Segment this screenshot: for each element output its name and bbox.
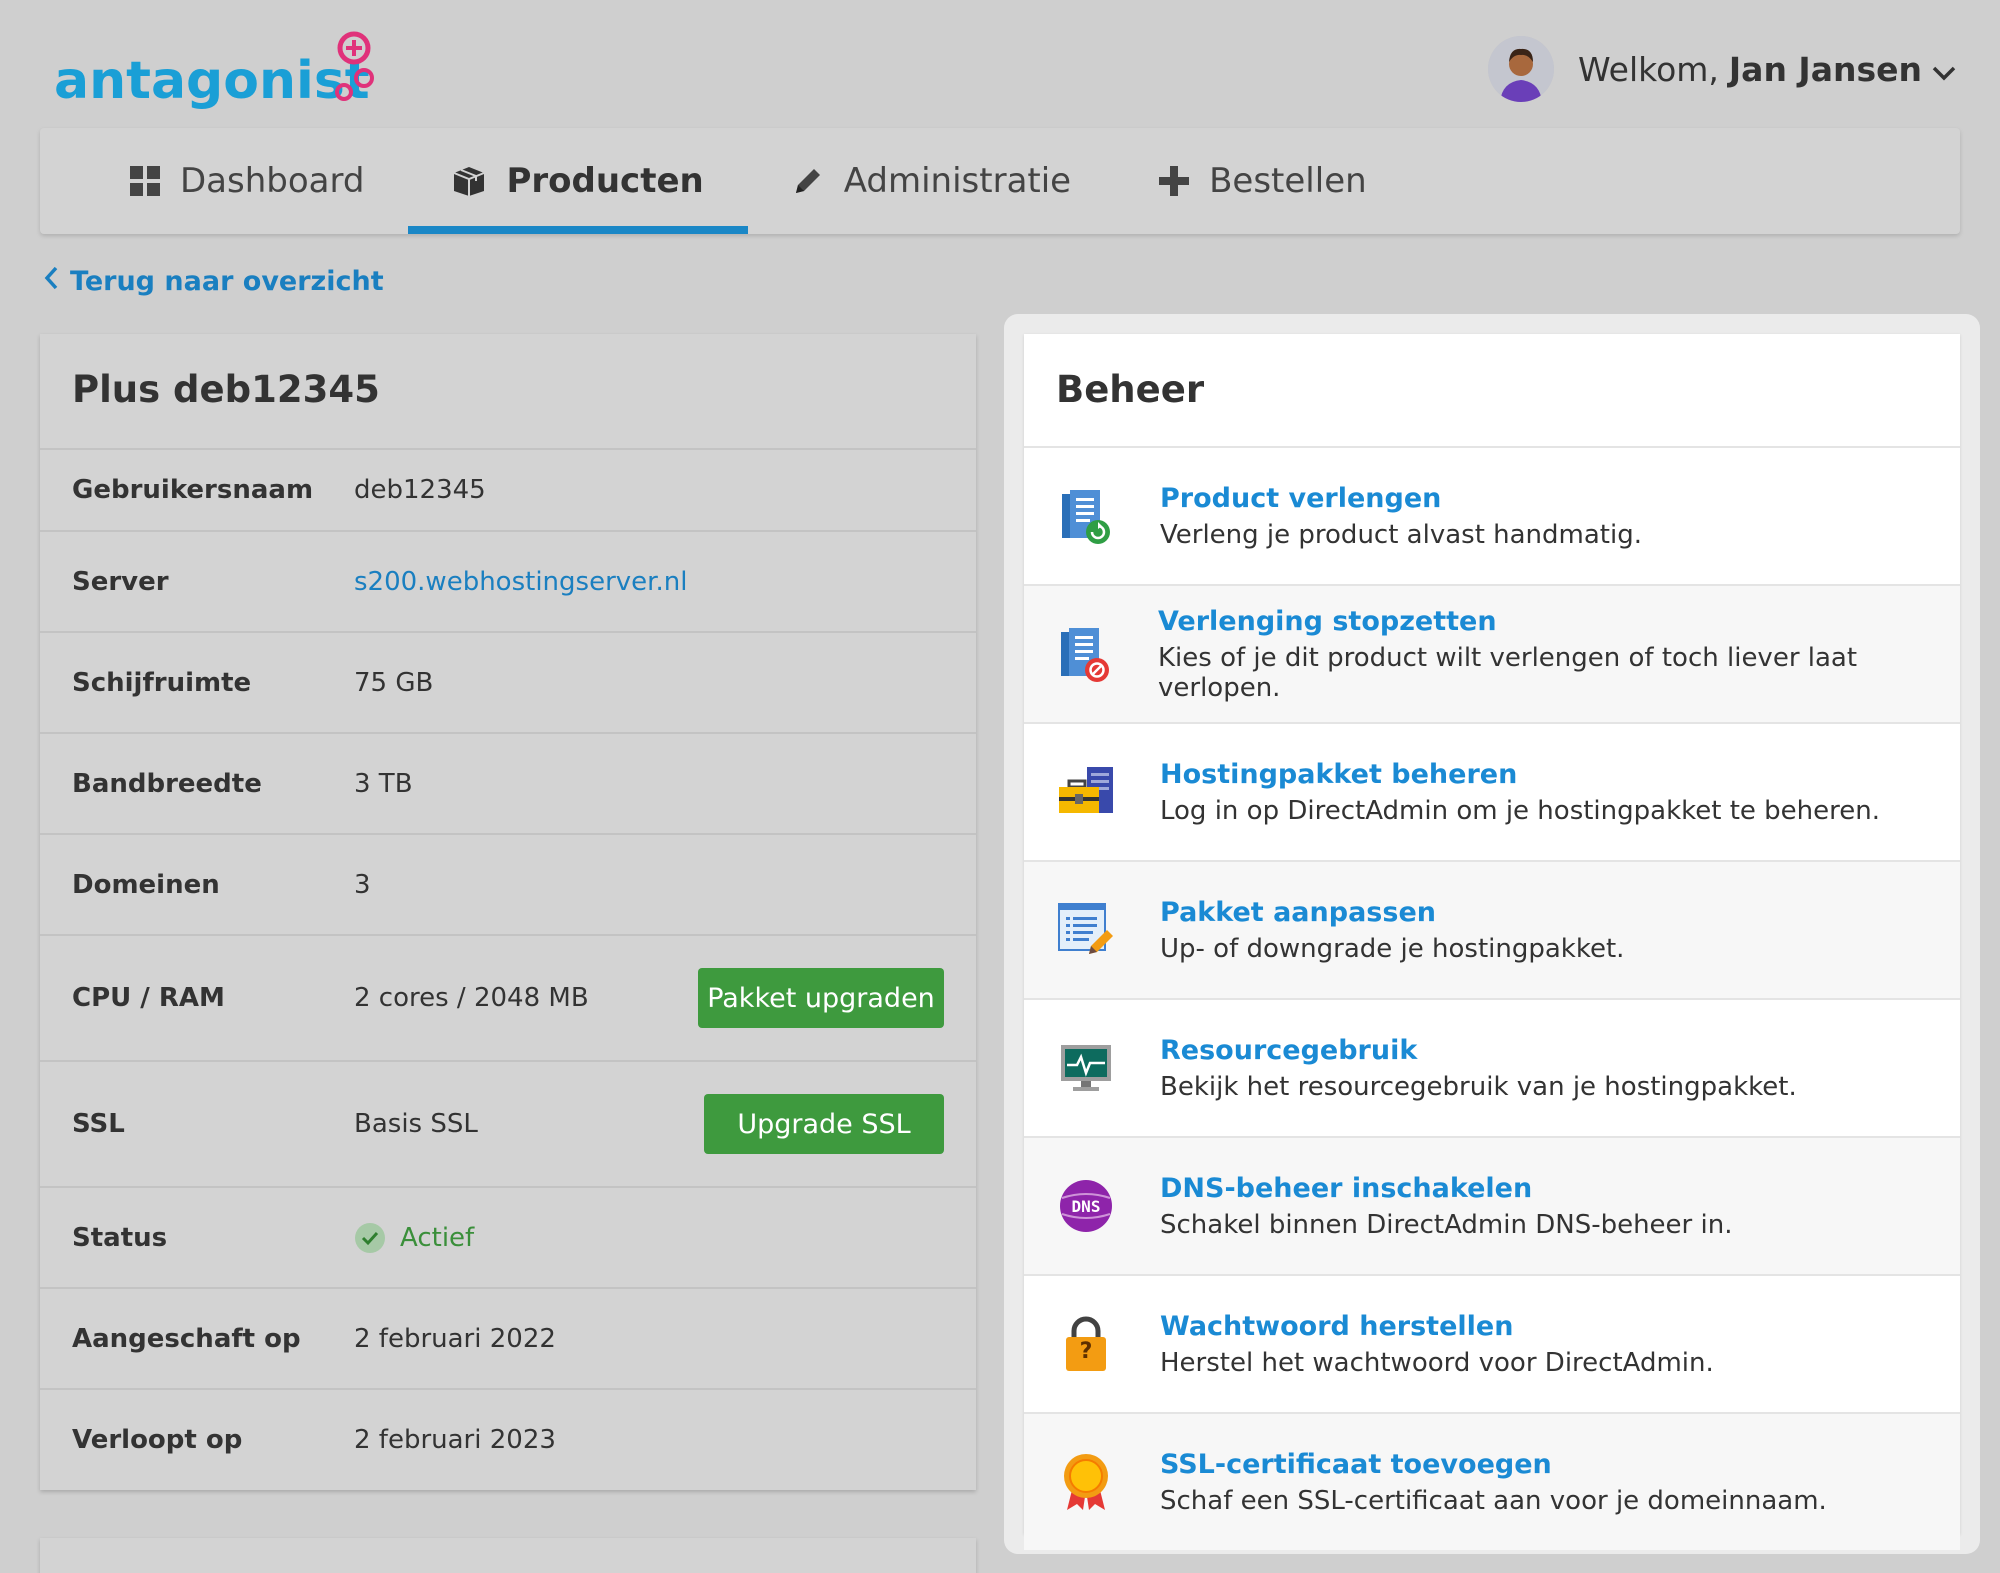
row-label: Server: [72, 566, 169, 597]
row-gebruikersnaam: Gebruikersnaam deb12345: [40, 448, 976, 530]
row-label: Status: [72, 1222, 168, 1253]
action-title[interactable]: Resourcegebruik: [1160, 1035, 1797, 1066]
welcome-text: Welkom,: [1577, 49, 1719, 89]
tab-dashboard-label: Dashboard: [180, 161, 365, 201]
status-value: Actief: [354, 1222, 944, 1254]
action-title[interactable]: SSL-certificaat toevoegen: [1160, 1449, 1827, 1480]
tab-producten-label: Producten: [506, 161, 704, 201]
padlock-question-icon: ?: [1056, 1314, 1116, 1374]
dns-icon: DNS: [1056, 1176, 1116, 1236]
action-desc: Herstel het wachtwoord voor DirectAdmin.: [1160, 1347, 1714, 1378]
status-label: Actief: [400, 1222, 475, 1253]
svg-text:antagonist: antagonist: [54, 51, 370, 110]
row-aangeschaft: Aangeschaft op 2 februari 2022: [40, 1287, 976, 1388]
row-label: CPU / RAM: [72, 983, 225, 1013]
row-value: 3 TB: [354, 768, 413, 799]
action-verlenging-stopzetten[interactable]: Verlenging stopzetten Kies of je dit pro…: [1024, 584, 1960, 722]
action-ssl-certificaat[interactable]: SSL-certificaat toevoegen Schaf een SSL-…: [1024, 1412, 1960, 1550]
action-title[interactable]: Verlenging stopzetten: [1158, 606, 1960, 637]
tab-administratie-label: Administratie: [843, 161, 1072, 201]
action-title[interactable]: DNS-beheer inschakelen: [1160, 1173, 1732, 1204]
row-schijfruimte: Schijfruimte 75 GB: [40, 631, 976, 732]
action-hostingpakket-beheren[interactable]: Hostingpakket beheren Log in op DirectAd…: [1024, 722, 1960, 860]
row-value: 75 GB: [354, 667, 434, 698]
row-status: Status Actief: [40, 1186, 976, 1287]
renew-document-icon: [1056, 486, 1116, 546]
action-pakket-aanpassen[interactable]: Pakket aanpassen Up- of downgrade je hos…: [1024, 860, 1960, 998]
back-link[interactable]: Terug naar overzicht: [44, 266, 384, 297]
action-product-verlengen[interactable]: Product verlengen Verleng je product alv…: [1024, 446, 1960, 584]
row-label: SSL: [72, 1109, 125, 1139]
action-desc: Bekijk het resourcegebruik van je hostin…: [1160, 1071, 1797, 1102]
padlock-question-mark: ?: [1079, 1338, 1093, 1364]
certificate-badge-icon: [1056, 1452, 1116, 1512]
row-verloopt: Verloopt op 2 februari 2023: [40, 1388, 976, 1489]
chevron-down-icon[interactable]: [1932, 50, 1956, 89]
action-desc: Up- of downgrade je hostingpakket.: [1160, 933, 1625, 964]
tab-bestellen[interactable]: Bestellen: [1115, 128, 1411, 234]
row-ssl: SSL Basis SSL Upgrade SSL: [40, 1060, 976, 1186]
product-title: Plus deb12345: [72, 368, 380, 411]
user-menu[interactable]: Welkom, Jan Jansen: [1487, 36, 1956, 102]
action-title[interactable]: Hostingpakket beheren: [1160, 759, 1880, 790]
upgrade-package-button[interactable]: Pakket upgraden: [698, 968, 944, 1028]
action-title[interactable]: Pakket aanpassen: [1160, 897, 1624, 928]
action-resourcegebruik[interactable]: Resourcegebruik Bekijk het resourcegebru…: [1024, 998, 1960, 1136]
row-value: 3: [354, 869, 371, 900]
monitor-pulse-icon: [1056, 1038, 1116, 1098]
row-bandbreedte: Bandbreedte 3 TB: [40, 732, 976, 833]
row-value: Basis SSL: [354, 1109, 478, 1139]
pencil-icon: [792, 165, 824, 197]
avatar: [1487, 36, 1554, 102]
stop-renewal-icon: [1056, 624, 1114, 684]
action-title[interactable]: Wachtwoord herstellen: [1160, 1311, 1714, 1342]
secondary-card: [40, 1538, 976, 1573]
grid-icon: [130, 166, 160, 196]
back-link-label: Terug naar overzicht: [70, 266, 384, 297]
tab-producten[interactable]: Producten: [408, 128, 749, 234]
action-desc: Verleng je product alvast handmatig.: [1160, 519, 1642, 550]
check-circle-icon: [354, 1222, 386, 1254]
row-label: Bandbreedte: [72, 768, 262, 799]
row-cpu-ram: CPU / RAM 2 cores / 2048 MB Pakket upgra…: [40, 934, 976, 1060]
action-title[interactable]: Product verlengen: [1160, 483, 1642, 514]
action-desc: Schaf een SSL-certificaat aan voor je do…: [1160, 1485, 1827, 1516]
row-label: Gebruikersnaam: [72, 475, 314, 505]
plus-icon: [1159, 166, 1190, 196]
tab-bestellen-label: Bestellen: [1209, 161, 1367, 201]
antagonist-logo[interactable]: antagonist: [54, 30, 384, 110]
box-icon: [452, 165, 486, 197]
action-desc: Schakel binnen DirectAdmin DNS-beheer in…: [1160, 1209, 1733, 1240]
toolbox-server-icon: [1056, 762, 1116, 822]
chevron-left-icon: [44, 266, 70, 297]
row-domeinen: Domeinen 3: [40, 833, 976, 934]
user-name: Jan Jansen: [1728, 49, 1922, 89]
row-label: Schijfruimte: [72, 667, 252, 698]
action-wachtwoord-herstellen[interactable]: ? Wachtwoord herstellen Herstel het wach…: [1024, 1274, 1960, 1412]
edit-document-icon: [1056, 900, 1116, 960]
product-details-card: Plus deb12345 Gebruikersnaam deb12345 Se…: [40, 334, 976, 1490]
upgrade-ssl-button[interactable]: Upgrade SSL: [704, 1094, 944, 1154]
beheer-title: Beheer: [1056, 368, 1205, 411]
row-label: Verloopt op: [72, 1424, 243, 1455]
main-nav: Dashboard Producten Administratie Bestel…: [40, 128, 1960, 234]
row-label: Domeinen: [72, 869, 220, 900]
row-value: 2 februari 2023: [354, 1424, 556, 1455]
dns-icon-text: DNS: [1071, 1196, 1101, 1216]
row-label: Aangeschaft op: [72, 1323, 301, 1354]
row-value: 2 februari 2022: [354, 1323, 556, 1354]
row-value: deb12345: [354, 475, 486, 505]
server-link[interactable]: s200.webhostingserver.nl: [354, 567, 944, 597]
tab-administratie[interactable]: Administratie: [748, 128, 1115, 234]
beheer-card: Beheer Product verlengen Verleng je prod…: [1024, 334, 1960, 1550]
row-value: 2 cores / 2048 MB: [354, 983, 589, 1013]
action-desc: Log in op DirectAdmin om je hostingpakke…: [1160, 795, 1881, 826]
tab-dashboard[interactable]: Dashboard: [86, 128, 408, 234]
action-dns-beheer[interactable]: DNS DNS-beheer inschakelen Schakel binne…: [1024, 1136, 1960, 1274]
action-desc: Kies of je dit product wilt verlengen of…: [1158, 642, 1858, 703]
row-server: Server s200.webhostingserver.nl: [40, 530, 976, 631]
